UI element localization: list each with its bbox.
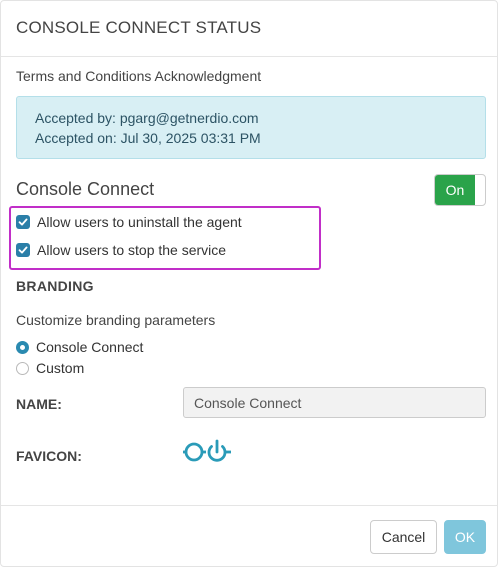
console-connect-radio[interactable] bbox=[16, 340, 29, 354]
console-connect-label: Console Connect bbox=[16, 179, 155, 199]
terms-heading: Terms and Conditions Acknowledgment bbox=[16, 68, 262, 84]
favicon-label: FAVICON: bbox=[16, 448, 82, 464]
name-label: NAME: bbox=[16, 396, 62, 412]
console-connect-dialog: CONSOLE CONNECT STATUS Terms and Conditi… bbox=[0, 0, 498, 567]
branding-heading: BRANDING bbox=[16, 278, 94, 294]
dialog-header: CONSOLE CONNECT STATUS bbox=[1, 1, 497, 57]
custom-radio[interactable] bbox=[16, 361, 29, 375]
cancel-button[interactable]: Cancel bbox=[370, 520, 437, 554]
branding-option-custom[interactable]: Custom bbox=[16, 360, 84, 376]
check-icon bbox=[18, 246, 28, 254]
toggle-on-label: On bbox=[435, 175, 475, 205]
terms-info-box: Accepted by: pgarg@getnerdio.com Accepte… bbox=[16, 96, 486, 159]
branding-option-console-connect[interactable]: Console Connect bbox=[16, 339, 143, 355]
uninstall-checkbox[interactable] bbox=[16, 215, 30, 229]
accepted-on-text: Accepted on: Jul 30, 2025 03:31 PM bbox=[35, 130, 261, 146]
console-connect-toggle[interactable]: On bbox=[434, 174, 486, 206]
uninstall-option-label: Allow users to uninstall the agent bbox=[37, 214, 242, 230]
stop-service-checkbox[interactable] bbox=[16, 243, 30, 257]
allow-uninstall-option[interactable]: Allow users to uninstall the agent bbox=[16, 214, 242, 230]
ok-button[interactable]: OK bbox=[444, 520, 486, 554]
branding-description: Customize branding parameters bbox=[16, 312, 216, 328]
glasses-power-icon bbox=[183, 439, 231, 462]
accepted-by-text: Accepted by: pgarg@getnerdio.com bbox=[35, 110, 259, 126]
name-input[interactable] bbox=[183, 387, 486, 418]
custom-radio-label: Custom bbox=[36, 360, 85, 376]
allow-stop-option[interactable]: Allow users to stop the service bbox=[16, 242, 226, 258]
dialog-title: CONSOLE CONNECT STATUS bbox=[16, 18, 262, 37]
stop-option-label: Allow users to stop the service bbox=[37, 242, 227, 258]
check-icon bbox=[18, 218, 28, 226]
console-connect-radio-label: Console Connect bbox=[36, 339, 144, 355]
